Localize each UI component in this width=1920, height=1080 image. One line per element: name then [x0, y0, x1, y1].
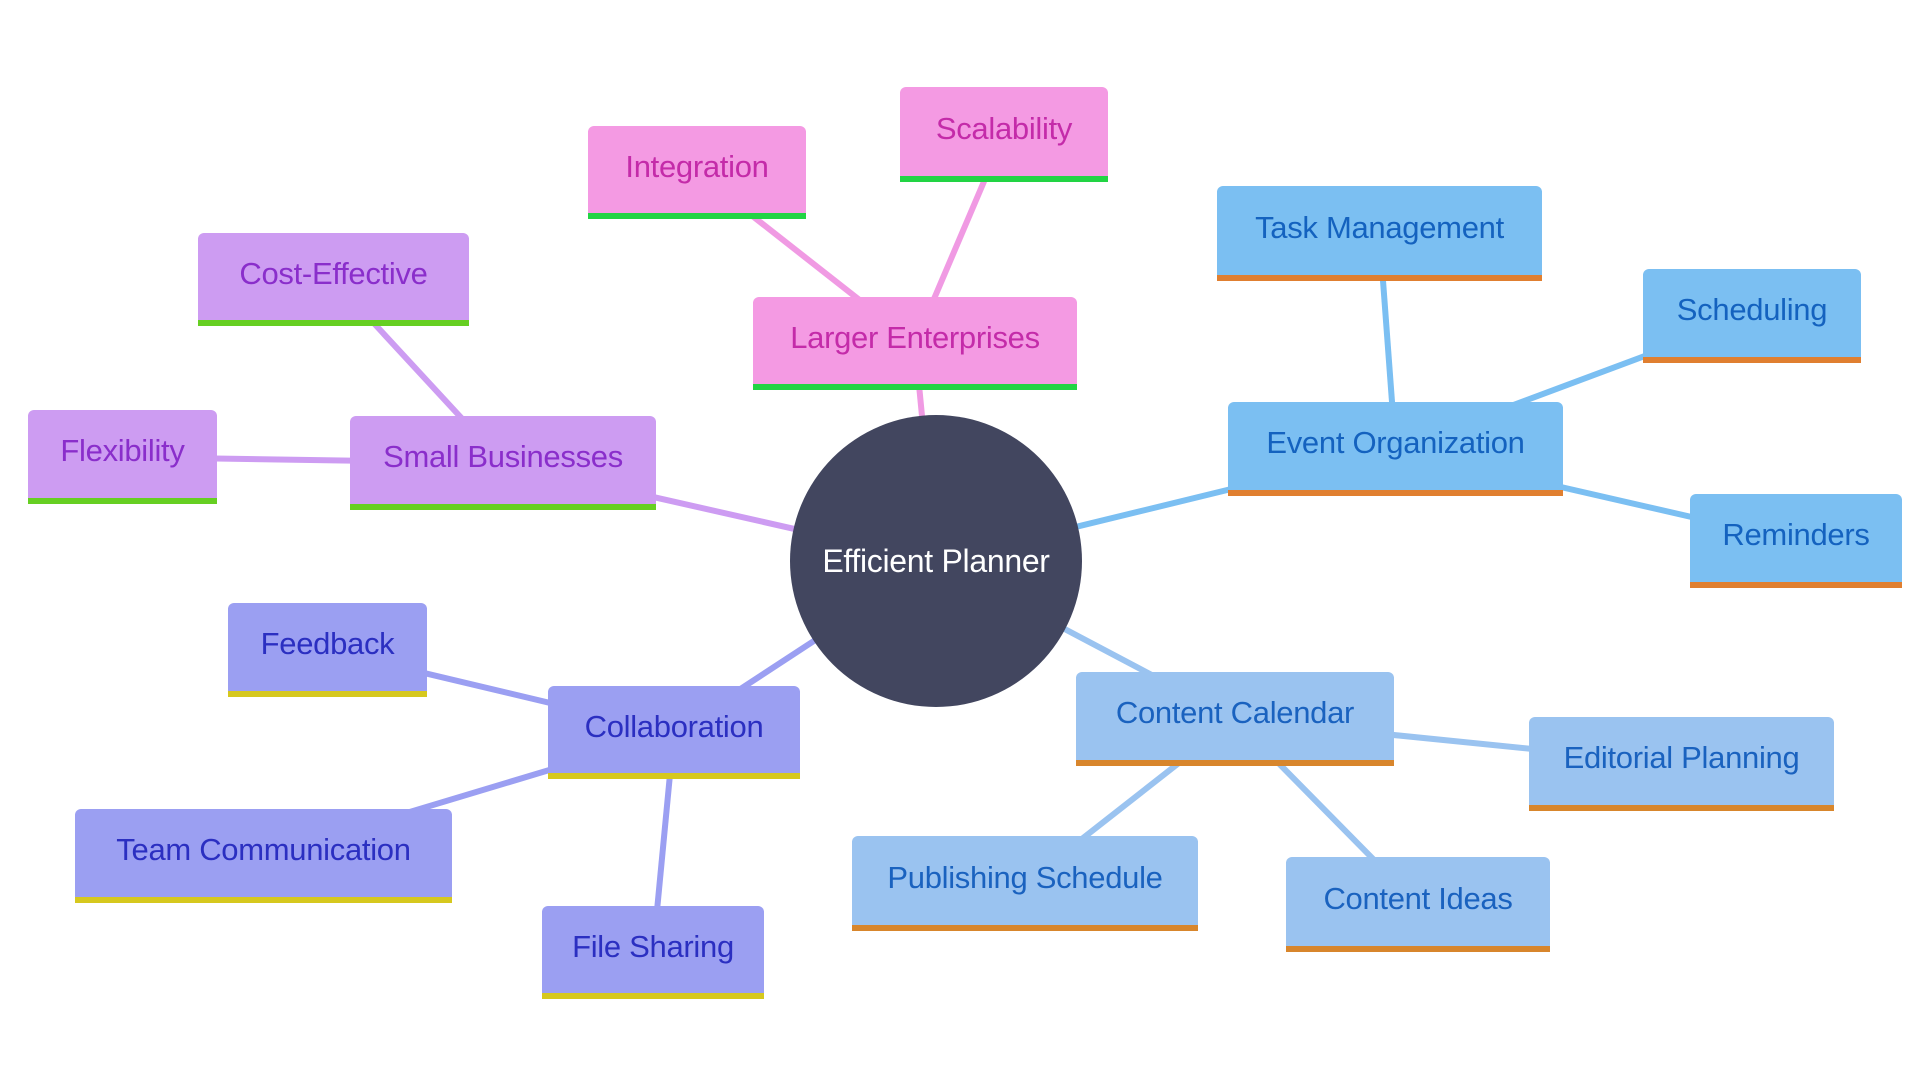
- node-label: Scheduling: [1676, 292, 1828, 327]
- node-team-communication[interactable]: Team Communication: [75, 809, 452, 903]
- node-label: Scalability: [935, 110, 1073, 146]
- root-node-efficient-planner[interactable]: Efficient Planner: [790, 415, 1082, 707]
- node-label: Content Ideas: [1323, 880, 1513, 916]
- node-flexibility[interactable]: Flexibility: [28, 410, 217, 504]
- node-integration[interactable]: Integration: [588, 126, 806, 219]
- node-content-ideas[interactable]: Content Ideas: [1286, 857, 1550, 952]
- node-label: Flexibility: [60, 433, 185, 468]
- node-scalability[interactable]: Scalability: [900, 87, 1108, 182]
- node-cost-effective[interactable]: Cost-Effective: [198, 233, 469, 326]
- root-node-label: Efficient Planner: [822, 542, 1050, 579]
- node-label: Reminders: [1722, 517, 1870, 552]
- node-label: Feedback: [260, 626, 395, 661]
- node-scheduling[interactable]: Scheduling: [1643, 269, 1861, 363]
- node-label: Larger Enterprises: [790, 319, 1040, 355]
- node-collaboration[interactable]: Collaboration: [548, 686, 800, 779]
- node-publishing-schedule[interactable]: Publishing Schedule: [852, 836, 1198, 931]
- node-label: Event Organization: [1266, 425, 1525, 460]
- node-label: Team Communication: [116, 832, 411, 867]
- node-event-organization[interactable]: Event Organization: [1228, 402, 1563, 496]
- node-content-calendar[interactable]: Content Calendar: [1076, 672, 1394, 766]
- node-feedback[interactable]: Feedback: [228, 603, 427, 697]
- node-task-management[interactable]: Task Management: [1217, 186, 1542, 281]
- node-label: Content Calendar: [1115, 695, 1355, 730]
- node-label: File Sharing: [572, 928, 734, 964]
- node-label: Editorial Planning: [1563, 740, 1800, 775]
- node-label: Publishing Schedule: [887, 859, 1163, 895]
- node-label: Small Businesses: [383, 439, 623, 474]
- node-file-sharing[interactable]: File Sharing: [542, 906, 764, 999]
- node-label: Collaboration: [584, 708, 764, 744]
- node-small-businesses[interactable]: Small Businesses: [350, 416, 656, 510]
- node-larger-enterprises[interactable]: Larger Enterprises: [753, 297, 1077, 390]
- node-label: Cost-Effective: [239, 255, 428, 291]
- node-label: Integration: [625, 148, 769, 184]
- node-label: Task Management: [1255, 209, 1504, 245]
- node-editorial-planning[interactable]: Editorial Planning: [1529, 717, 1834, 811]
- node-reminders[interactable]: Reminders: [1690, 494, 1902, 588]
